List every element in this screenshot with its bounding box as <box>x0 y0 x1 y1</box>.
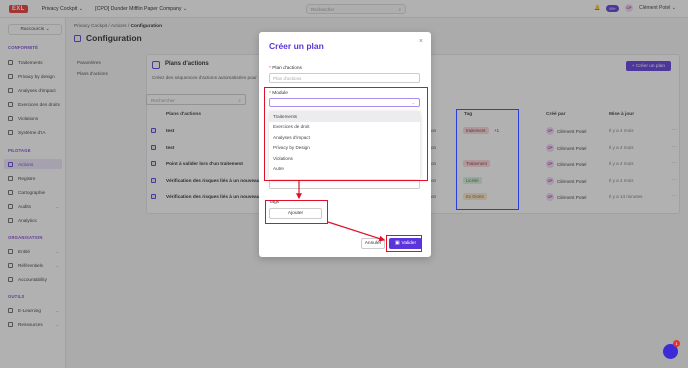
annotation-arrows <box>296 181 386 242</box>
arrow-to-validate <box>327 221 386 242</box>
chat-badge: 1 <box>673 340 680 347</box>
